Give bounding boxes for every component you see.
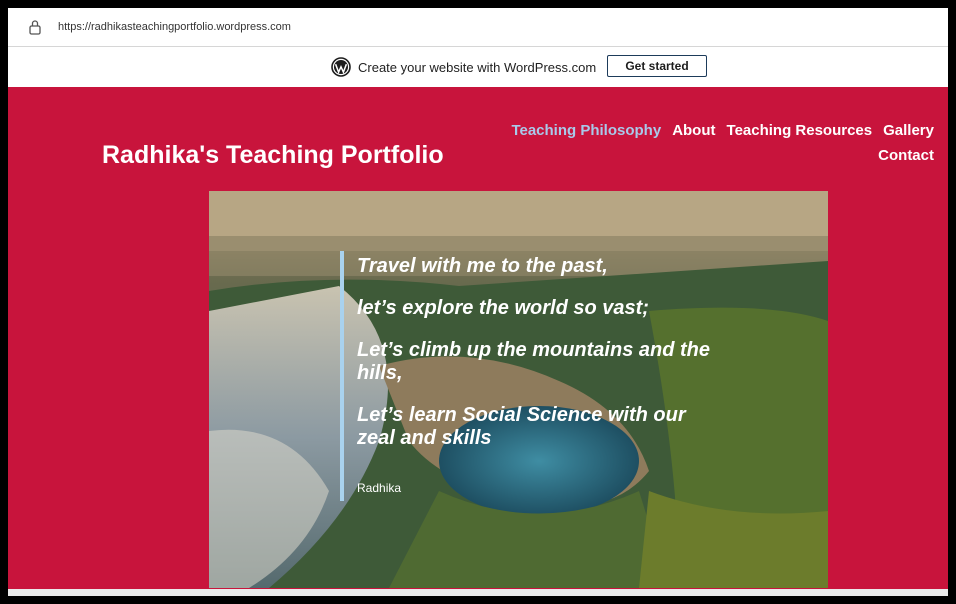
hero-image: Travel with me to the past, let’s explor… [209,191,828,588]
nav-item-teaching-resources[interactable]: Teaching Resources [727,118,873,143]
hero-quote: Travel with me to the past, let’s explor… [357,255,717,469]
lock-icon [29,20,41,35]
site-header: Radhika's Teaching Portfolio Teaching Ph… [8,87,948,589]
address-bar[interactable]: https://radhikasteachingportfolio.wordpr… [8,8,948,47]
page-bottom-strip [8,589,948,596]
site-title[interactable]: Radhika's Teaching Portfolio [102,141,444,170]
quote-line: let’s explore the world so vast; [357,297,649,319]
wordpress-banner-text: Create your website with WordPress.com [358,60,597,75]
nav-item-contact[interactable]: Contact [878,143,934,168]
quote-bar [340,251,344,501]
quote-line: Let’s learn Social Science with our zeal… [357,404,686,449]
quote-line: Travel with me to the past, [357,255,608,277]
nav-item-about[interactable]: About [672,118,715,143]
browser-window: https://radhikasteachingportfolio.wordpr… [8,8,948,596]
nav-item-teaching-philosophy[interactable]: Teaching Philosophy [511,118,661,143]
quote-line: Let’s climb up the mountains and the hil… [357,339,710,384]
wordpress-logo-icon [331,57,351,77]
wordpress-banner: Create your website with WordPress.com G… [8,47,948,87]
nav-item-gallery[interactable]: Gallery [883,118,934,143]
quote-citation: Radhika [357,481,402,495]
get-started-button[interactable]: Get started [607,55,707,77]
url-text[interactable]: https://radhikasteachingportfolio.wordpr… [58,21,291,33]
main-navigation: Teaching Philosophy About Teaching Resourc… [494,118,934,168]
